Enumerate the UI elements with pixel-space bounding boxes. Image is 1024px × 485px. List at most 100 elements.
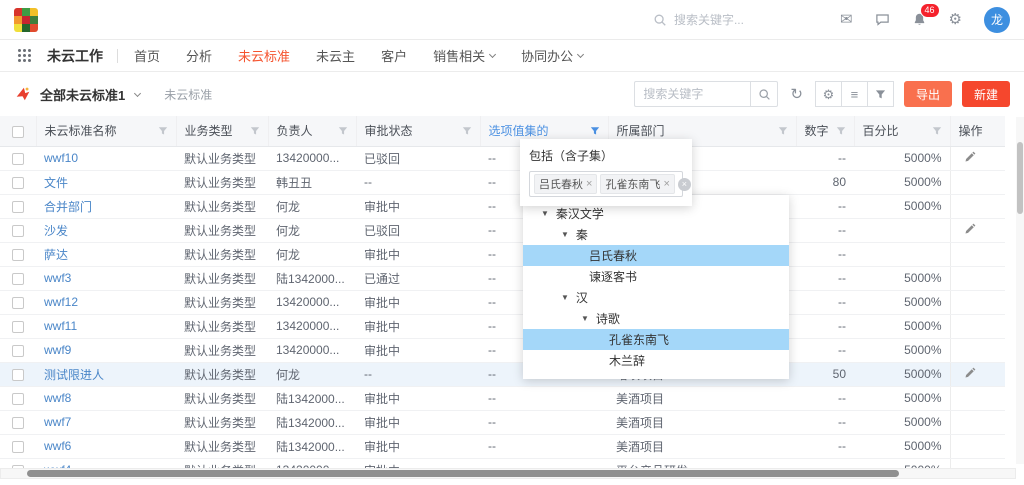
record-link[interactable]: 测试限进人: [44, 368, 104, 382]
app-logo[interactable]: [14, 8, 38, 32]
column-header[interactable]: 业务类型: [176, 116, 268, 146]
select-all-checkbox[interactable]: [12, 126, 24, 138]
apps-grid-icon[interactable]: [18, 49, 21, 52]
horizontal-scrollbar-thumb[interactable]: [27, 470, 899, 477]
filter-funnel-icon[interactable]: [590, 126, 600, 136]
workspace-title[interactable]: 未云工作: [47, 46, 103, 66]
filter-funnel-icon[interactable]: [932, 126, 942, 136]
view-title[interactable]: 全部未云标准1: [40, 85, 125, 104]
nav-item-5[interactable]: 客户: [381, 46, 407, 65]
tree-node[interactable]: 吕氏春秋: [523, 245, 789, 266]
record-link[interactable]: wwf11: [44, 319, 77, 333]
cell-number: --: [796, 434, 854, 458]
export-button[interactable]: 导出: [904, 81, 952, 107]
tree-node[interactable]: 孔雀东南飞: [523, 329, 789, 350]
triangle-down-icon[interactable]: ▼: [561, 231, 569, 239]
edit-icon[interactable]: [964, 367, 976, 379]
row-checkbox[interactable]: [12, 273, 24, 285]
record-link[interactable]: wwf9: [44, 343, 71, 357]
edit-icon[interactable]: [964, 223, 976, 235]
filter-tag-input[interactable]: 吕氏春秋×孔雀东南飞× ×: [529, 171, 683, 197]
row-checkbox[interactable]: [12, 345, 24, 357]
filter-funnel-icon[interactable]: [158, 126, 168, 136]
column-header[interactable]: 审批状态: [356, 116, 480, 146]
avatar[interactable]: 龙: [984, 7, 1010, 33]
gear-icon[interactable]: ⚙: [949, 12, 962, 27]
column-header[interactable]: 百分比: [854, 116, 950, 146]
row-checkbox[interactable]: [12, 441, 24, 453]
tree-node[interactable]: ▼秦: [523, 224, 789, 245]
row-checkbox[interactable]: [12, 369, 24, 381]
record-link[interactable]: 合并部门: [44, 200, 92, 214]
nav-item-1[interactable]: 首页: [134, 46, 160, 65]
record-link[interactable]: 萨达: [44, 248, 68, 262]
record-link[interactable]: wwf3: [44, 271, 71, 285]
record-link[interactable]: wwf12: [44, 295, 78, 309]
tree-node[interactable]: ▼诗歌: [523, 308, 789, 329]
list-search-input[interactable]: [634, 81, 750, 107]
filter-funnel-icon[interactable]: [250, 126, 260, 136]
filter-funnel-icon[interactable]: [338, 126, 348, 136]
filter-funnel-toolbar-icon[interactable]: [867, 81, 894, 107]
tree-node[interactable]: ▼汉: [523, 287, 789, 308]
cell-actions: [950, 146, 1005, 170]
mail-icon[interactable]: ✉: [840, 12, 853, 27]
vertical-scrollbar-thumb[interactable]: [1017, 142, 1023, 214]
tree-node[interactable]: 木兰辞: [523, 350, 789, 371]
row-checkbox[interactable]: [12, 417, 24, 429]
cell-checkbox: [0, 386, 36, 410]
column-header[interactable]: 负责人: [268, 116, 356, 146]
filter-funnel-icon[interactable]: [836, 126, 846, 136]
filter-funnel-icon[interactable]: [778, 126, 788, 136]
global-search[interactable]: 搜索关键字...: [653, 11, 744, 28]
record-link[interactable]: 文件: [44, 176, 68, 190]
notifications[interactable]: 46: [912, 12, 927, 27]
row-checkbox[interactable]: [12, 321, 24, 333]
filter-funnel-icon[interactable]: [462, 126, 472, 136]
cell-percent: [854, 242, 950, 266]
nav-item-3[interactable]: 未云标准: [238, 46, 290, 65]
record-link[interactable]: 沙发: [44, 224, 68, 238]
tree-node[interactable]: 谏逐客书: [523, 266, 789, 287]
nav-item-4[interactable]: 未云主: [316, 46, 355, 65]
chevron-down-icon[interactable]: [134, 89, 141, 96]
row-checkbox[interactable]: [12, 201, 24, 213]
column-header-label: 负责人: [277, 122, 313, 139]
tree-node-label: 木兰辞: [609, 352, 645, 369]
row-checkbox[interactable]: [12, 393, 24, 405]
remove-tag-icon[interactable]: ×: [663, 179, 669, 190]
create-button[interactable]: 新建: [962, 81, 1010, 107]
vertical-scrollbar: [1016, 117, 1024, 464]
record-link[interactable]: wwf6: [44, 439, 71, 453]
filter-mode-label[interactable]: 包括（含子集）: [529, 147, 683, 164]
refresh-icon[interactable]: ↻: [790, 87, 803, 102]
row-checkbox[interactable]: [12, 225, 24, 237]
triangle-down-icon[interactable]: ▼: [581, 315, 589, 323]
triangle-down-icon[interactable]: ▼: [541, 210, 549, 218]
record-link[interactable]: wwf8: [44, 391, 71, 405]
chat-icon[interactable]: [875, 12, 890, 27]
column-header[interactable]: 数字: [796, 116, 854, 146]
remove-tag-icon[interactable]: ×: [586, 179, 592, 190]
edit-icon[interactable]: [964, 151, 976, 163]
nav-item-7[interactable]: 协同办公: [521, 46, 583, 65]
list-view-icon[interactable]: ≡: [841, 81, 868, 107]
row-checkbox[interactable]: [12, 177, 24, 189]
nav-item-6[interactable]: 销售相关: [433, 46, 495, 65]
triangle-down-icon[interactable]: ▼: [561, 294, 569, 302]
column-header[interactable]: 未云标准名称: [36, 116, 176, 146]
clear-tags-icon[interactable]: ×: [678, 178, 691, 191]
record-link[interactable]: wwf7: [44, 415, 71, 429]
tree-node[interactable]: ▼秦汉文学: [523, 203, 789, 224]
cell-actions: [950, 386, 1005, 410]
row-checkbox[interactable]: [12, 249, 24, 261]
nav-item-2[interactable]: 分析: [186, 46, 212, 65]
row-checkbox[interactable]: [12, 297, 24, 309]
list-search-button[interactable]: [750, 81, 778, 107]
record-link[interactable]: wwf10: [44, 151, 78, 165]
column-header[interactable]: 操作: [950, 116, 1005, 146]
cell-number: --: [796, 290, 854, 314]
settings-gear-icon[interactable]: ⚙: [815, 81, 842, 107]
option-tree-dropdown: ▼秦汉文学▼秦吕氏春秋谏逐客书▼汉▼诗歌孔雀东南飞木兰辞: [523, 195, 789, 379]
row-checkbox[interactable]: [12, 153, 24, 165]
